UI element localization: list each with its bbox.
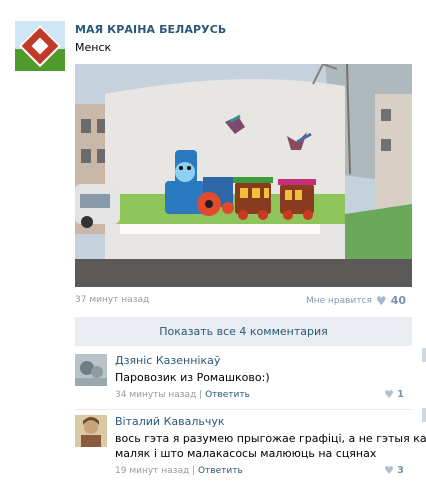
post-like-button[interactable]: Мне нравится ♥ 40 xyxy=(306,294,406,307)
reply-link[interactable]: Ответить xyxy=(205,390,250,400)
heart-icon: ♥ xyxy=(384,388,395,401)
commenter-avatar[interactable] xyxy=(75,415,107,447)
show-all-comments-button[interactable]: Показать все 4 комментария xyxy=(75,317,412,346)
community-avatar[interactable] xyxy=(15,21,65,71)
comment-like-count: 1 xyxy=(397,389,404,400)
reply-link[interactable]: Ответить xyxy=(198,466,243,476)
comment-text: вось гэта я разумею прыгожае графіці, а … xyxy=(115,431,426,461)
scrollbar-thumb-lower[interactable] xyxy=(422,408,426,422)
comment-like-button[interactable]: ♥ 1 xyxy=(384,389,404,400)
avatar-image xyxy=(75,415,107,447)
comment-meta: 34 минуты назад | Ответить xyxy=(115,390,250,400)
like-count: 40 xyxy=(390,294,406,307)
post-author-link[interactable]: МАЯ КРАІНА БЕЛАРУСЬ xyxy=(75,23,226,36)
comment-item: Віталий Кавальчук вось гэта я разумею пр… xyxy=(75,415,426,481)
comment-author-link[interactable]: Віталий Кавальчук xyxy=(115,415,225,428)
comment-item: Дзяніс Казеннікаў Паровозик из Ромашково… xyxy=(75,354,412,404)
heart-icon: ♥ xyxy=(384,464,395,477)
commenter-avatar[interactable] xyxy=(75,354,107,386)
comment-timestamp[interactable]: 19 минут назад xyxy=(115,466,189,476)
comment-meta: 19 минут назад | Ответить xyxy=(115,466,243,476)
comment-like-count: 3 xyxy=(397,465,404,476)
comment-text: Паровозик из Ромашково:) xyxy=(115,371,270,384)
post-photo[interactable] xyxy=(75,64,412,287)
comment-text-line: маляк і што малакасосы малююць на сцянах xyxy=(115,447,377,460)
scrollbar-thumb[interactable] xyxy=(422,348,426,362)
graffiti-train-image xyxy=(75,64,412,287)
comment-author-link[interactable]: Дзяніс Казеннікаў xyxy=(115,354,220,367)
meta-separator: | xyxy=(196,390,206,400)
meta-separator: | xyxy=(189,466,198,476)
heart-icon: ♥ xyxy=(375,293,387,308)
like-label: Мне нравится xyxy=(306,295,372,306)
comment-like-button[interactable]: ♥ 3 xyxy=(384,465,404,476)
avatar-image xyxy=(75,354,107,386)
comment-divider xyxy=(75,409,412,410)
post-text: Менск xyxy=(75,41,112,54)
post-timestamp[interactable]: 37 минут назад xyxy=(75,295,149,305)
comment-text-line: вось гэта я разумею прыгожае графіці, а … xyxy=(115,432,426,445)
wall-post: МАЯ КРАІНА БЕЛАРУСЬ Менск 37 минут назад… xyxy=(0,0,426,483)
comment-timestamp[interactable]: 34 минуты назад xyxy=(115,390,196,400)
